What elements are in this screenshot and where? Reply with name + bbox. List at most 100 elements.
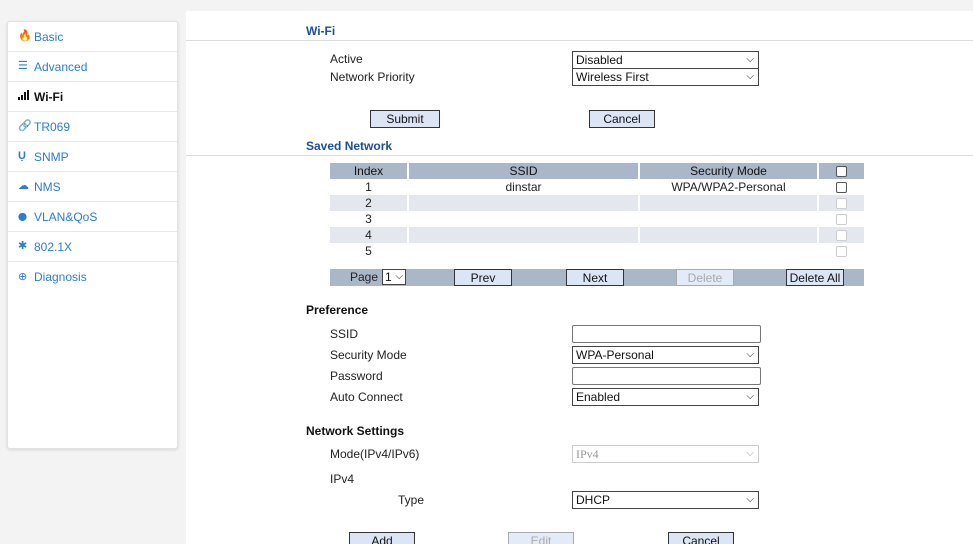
sidebar-item-label: 802.1X <box>34 239 73 254</box>
active-select-value: Disabled <box>576 53 623 67</box>
list-icon: ☰ <box>18 60 28 72</box>
sidebar: 🔥 Basic ☰ Advanced Wi-Fi 🔗 TR069 Ụ SNMP … <box>7 21 178 449</box>
row-security-mode <box>640 243 819 259</box>
saved-network-table: Index SSID Security Mode 1 dinstar WPA/W… <box>330 163 864 259</box>
row-ssid <box>409 243 640 259</box>
sidebar-item-label: NMS <box>34 179 61 194</box>
row-ssid: dinstar <box>409 179 640 195</box>
sidebar-item-label: Advanced <box>34 59 88 74</box>
search-plus-icon: ⊕ <box>18 270 28 283</box>
row-index: 1 <box>330 179 409 195</box>
saved-network-title: Saved Network <box>306 139 393 153</box>
sidebar-item-vlan-qos[interactable]: ⬤ VLAN&QoS <box>8 202 177 232</box>
divider <box>186 155 973 156</box>
type-select-value: DHCP <box>576 493 611 507</box>
table-row: 4 <box>330 227 864 243</box>
add-button[interactable]: Add <box>349 532 415 544</box>
chevron-down-icon: ⌵ <box>746 448 754 459</box>
table-row: 2 <box>330 195 864 211</box>
password-label: Password <box>330 369 383 383</box>
sidebar-item-label: VLAN&QoS <box>34 209 98 224</box>
delete-button: Delete <box>676 269 734 286</box>
select-all-checkbox[interactable] <box>836 166 847 177</box>
submit-button[interactable]: Submit <box>370 110 440 128</box>
signal-icon <box>18 90 32 103</box>
page-select[interactable]: 1 ⌵ <box>382 269 406 285</box>
ssid-label: SSID <box>330 327 359 341</box>
cloud-icon: ☁ <box>18 180 29 192</box>
auto-connect-select-value: Enabled <box>576 390 621 404</box>
row-index: 3 <box>330 211 409 227</box>
link-icon: 🔗 <box>18 120 32 132</box>
row-check-cell <box>819 243 864 259</box>
magnet-icon: Ụ <box>18 150 26 162</box>
table-row: 3 <box>330 211 864 227</box>
row-checkbox <box>836 198 847 209</box>
network-priority-select-value: Wireless First <box>576 70 649 84</box>
security-mode-select[interactable]: WPA-Personal ⌵ <box>572 346 759 364</box>
divider <box>186 40 973 41</box>
chevron-down-icon: ⌵ <box>746 54 754 65</box>
sidebar-item-label: Diagnosis <box>34 270 87 284</box>
network-settings-title: Network Settings <box>306 424 405 438</box>
sidebar-item-basic[interactable]: 🔥 Basic <box>8 22 177 52</box>
prev-button[interactable]: Prev <box>454 269 512 286</box>
sidebar-item-advanced[interactable]: ☰ Advanced <box>8 52 177 82</box>
sidebar-item-snmp[interactable]: Ụ SNMP <box>8 142 177 172</box>
page-select-value: 1 <box>385 270 392 284</box>
row-index: 2 <box>330 195 409 211</box>
chevron-down-icon: ⌵ <box>746 71 754 82</box>
row-index: 5 <box>330 243 409 259</box>
main-panel: Wi-Fi Active Disabled ⌵ Network Priority… <box>186 11 973 544</box>
security-mode-label: Security Mode <box>330 348 407 362</box>
table-header-row: Index SSID Security Mode <box>330 163 864 179</box>
sidebar-item-label: Basic <box>34 29 64 44</box>
type-select[interactable]: DHCP ⌵ <box>572 491 759 509</box>
chevron-down-icon: ⌵ <box>746 349 754 360</box>
sidebar-item-nms[interactable]: ☁ NMS <box>8 172 177 202</box>
row-ssid <box>409 211 640 227</box>
asterisk-icon: ✱ <box>18 240 28 252</box>
ssid-input[interactable] <box>572 325 761 343</box>
password-input[interactable] <box>572 367 761 385</box>
row-check-cell <box>819 227 864 243</box>
ipv4-label: IPv4 <box>330 472 355 486</box>
column-header-ssid: SSID <box>409 163 640 179</box>
network-cancel-button[interactable]: Cancel <box>668 532 734 544</box>
row-check-cell <box>819 179 864 195</box>
pagination-bar: Page 1 ⌵ Prev Next Delete Delete All <box>330 269 864 286</box>
network-priority-label: Network Priority <box>330 70 415 84</box>
delete-all-button[interactable]: Delete All <box>786 269 844 286</box>
active-select[interactable]: Disabled ⌵ <box>572 51 759 69</box>
row-index: 4 <box>330 227 409 243</box>
mode-select: IPv4 ⌵ <box>572 445 759 463</box>
auto-connect-label: Auto Connect <box>330 390 403 404</box>
row-check-cell <box>819 195 864 211</box>
active-label: Active <box>330 52 363 66</box>
row-security-mode <box>640 227 819 243</box>
network-priority-select[interactable]: Wireless First ⌵ <box>572 68 759 86</box>
security-mode-select-value: WPA-Personal <box>576 348 654 362</box>
edit-button: Edit <box>508 532 574 544</box>
row-security-mode <box>640 195 819 211</box>
wifi-cancel-button[interactable]: Cancel <box>589 110 655 128</box>
sidebar-item-wifi[interactable]: Wi-Fi <box>8 82 177 112</box>
sidebar-item-8021x[interactable]: ✱ 802.1X <box>8 232 177 262</box>
sidebar-item-label: TR069 <box>34 119 71 134</box>
sidebar-item-label: SNMP <box>34 149 69 164</box>
row-security-mode <box>640 211 819 227</box>
chevron-down-icon: ⌵ <box>746 494 754 505</box>
table-row: 5 <box>330 243 864 259</box>
sidebar-item-tr069[interactable]: 🔗 TR069 <box>8 112 177 142</box>
row-security-mode: WPA/WPA2-Personal <box>640 179 819 195</box>
next-button[interactable]: Next <box>566 269 624 286</box>
row-check-cell <box>819 211 864 227</box>
row-checkbox <box>836 214 847 225</box>
sidebar-item-label: Wi-Fi <box>34 89 64 104</box>
row-checkbox[interactable] <box>836 182 847 193</box>
sidebar-item-diagnosis[interactable]: ⊕ Diagnosis <box>8 262 177 292</box>
fire-icon: 🔥 <box>18 30 32 42</box>
row-checkbox <box>836 230 847 241</box>
auto-connect-select[interactable]: Enabled ⌵ <box>572 388 759 406</box>
row-ssid <box>409 195 640 211</box>
